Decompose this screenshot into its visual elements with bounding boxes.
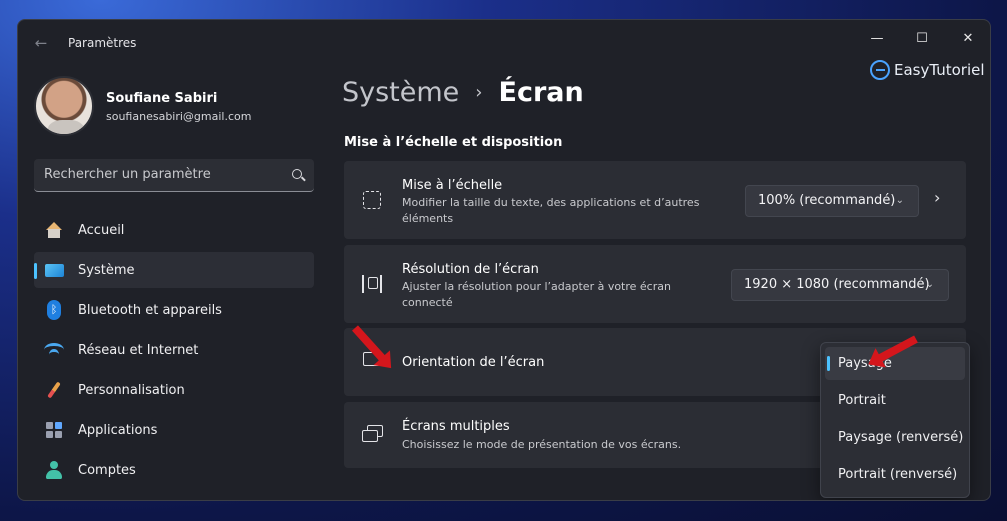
sidebar-item-applications[interactable]: Applications bbox=[34, 412, 314, 448]
system-icon bbox=[44, 260, 64, 280]
sidebar-item-label: Applications bbox=[78, 422, 158, 438]
search-input[interactable] bbox=[44, 159, 284, 190]
sidebar-item-label: Personnalisation bbox=[78, 382, 185, 398]
scale-dropdown-value: 100% (recommandé) bbox=[758, 193, 896, 208]
close-button[interactable]: ✕ bbox=[945, 24, 990, 54]
breadcrumb: Système › Écran bbox=[342, 77, 584, 108]
sidebar-item-label: Bluetooth et appareils bbox=[78, 302, 222, 318]
breadcrumb-separator-icon: › bbox=[475, 82, 483, 103]
resolution-title: Résolution de l’écran bbox=[402, 262, 539, 277]
sidebar-nav: Accueil Système ᛒ Bluetooth et appareils… bbox=[34, 212, 314, 492]
section-title: Mise à l’échelle et disposition bbox=[344, 135, 563, 150]
wifi-icon bbox=[44, 340, 64, 360]
menu-item-portrait[interactable]: Portrait bbox=[825, 384, 965, 417]
multi-display-desc: Choisissez le mode de présentation de vo… bbox=[402, 438, 682, 451]
watermark-text: EasyTutoriel bbox=[894, 61, 985, 79]
sidebar-item-bluetooth[interactable]: ᛒ Bluetooth et appareils bbox=[34, 292, 314, 328]
menu-item-paysage-renverse[interactable]: Paysage (renversé) bbox=[825, 421, 965, 454]
chevron-down-icon: ⌄ bbox=[925, 279, 934, 290]
resolution-dropdown[interactable]: 1920 × 1080 (recommandé) ⌄ bbox=[731, 269, 949, 301]
apps-icon bbox=[44, 420, 64, 440]
app-title: Paramètres bbox=[68, 36, 137, 50]
brush-icon bbox=[44, 380, 64, 400]
watermark-logo: EasyTutoriel bbox=[870, 60, 985, 80]
scale-card[interactable]: Mise à l’échelle Modifier la taille du t… bbox=[344, 161, 966, 239]
orientation-menu: Paysage Portrait Paysage (renversé) Port… bbox=[820, 342, 970, 498]
resolution-icon bbox=[362, 275, 382, 295]
resolution-card: Résolution de l’écran Ajuster la résolut… bbox=[344, 245, 966, 323]
sidebar-item-personnalisation[interactable]: Personnalisation bbox=[34, 372, 314, 408]
sidebar-item-label: Comptes bbox=[78, 462, 136, 478]
scale-dropdown[interactable]: 100% (recommandé) ⌄ bbox=[745, 185, 919, 217]
accounts-icon bbox=[44, 460, 64, 480]
resolution-desc: Ajuster la résolution pour l’adapter à v… bbox=[402, 280, 671, 309]
search-icon[interactable] bbox=[292, 169, 302, 179]
sidebar-item-comptes[interactable]: Comptes bbox=[34, 452, 314, 488]
multi-display-icon bbox=[362, 425, 383, 445]
sidebar-item-label: Système bbox=[78, 262, 135, 278]
title-bar: ← Paramètres — ☐ ✕ bbox=[18, 20, 990, 66]
back-icon[interactable]: ← bbox=[32, 34, 50, 52]
multi-display-title: Écrans multiples bbox=[402, 419, 510, 434]
sidebar-item-accueil[interactable]: Accueil bbox=[34, 212, 314, 248]
sidebar-item-label: Accueil bbox=[78, 222, 125, 238]
user-email: soufianesabiri@gmail.com bbox=[106, 110, 252, 123]
chevron-right-icon[interactable]: › bbox=[934, 188, 940, 207]
easytutoriel-logo-icon bbox=[870, 60, 890, 80]
scale-desc: Modifier la taille du texte, des applica… bbox=[402, 196, 700, 225]
scale-icon bbox=[362, 191, 382, 211]
user-name: Soufiane Sabiri bbox=[106, 91, 218, 106]
avatar[interactable] bbox=[34, 76, 94, 136]
home-icon bbox=[44, 220, 64, 240]
search-box[interactable] bbox=[34, 159, 314, 192]
orientation-title: Orientation de l’écran bbox=[402, 355, 545, 370]
bluetooth-icon: ᛒ bbox=[44, 300, 64, 320]
breadcrumb-parent[interactable]: Système bbox=[342, 77, 459, 108]
chevron-down-icon: ⌄ bbox=[895, 195, 904, 206]
resolution-dropdown-value: 1920 × 1080 (recommandé) bbox=[744, 277, 930, 292]
menu-item-portrait-renverse[interactable]: Portrait (renversé) bbox=[825, 458, 965, 491]
sidebar-item-systeme[interactable]: Système bbox=[34, 252, 314, 288]
minimize-button[interactable]: — bbox=[854, 24, 900, 54]
settings-window: ← Paramètres — ☐ ✕ EasyTutoriel Soufiane… bbox=[17, 19, 991, 501]
scale-title: Mise à l’échelle bbox=[402, 178, 503, 193]
page-title: Écran bbox=[498, 77, 584, 108]
maximize-button[interactable]: ☐ bbox=[899, 24, 945, 54]
sidebar-item-label: Réseau et Internet bbox=[78, 342, 199, 358]
sidebar-item-reseau[interactable]: Réseau et Internet bbox=[34, 332, 314, 368]
